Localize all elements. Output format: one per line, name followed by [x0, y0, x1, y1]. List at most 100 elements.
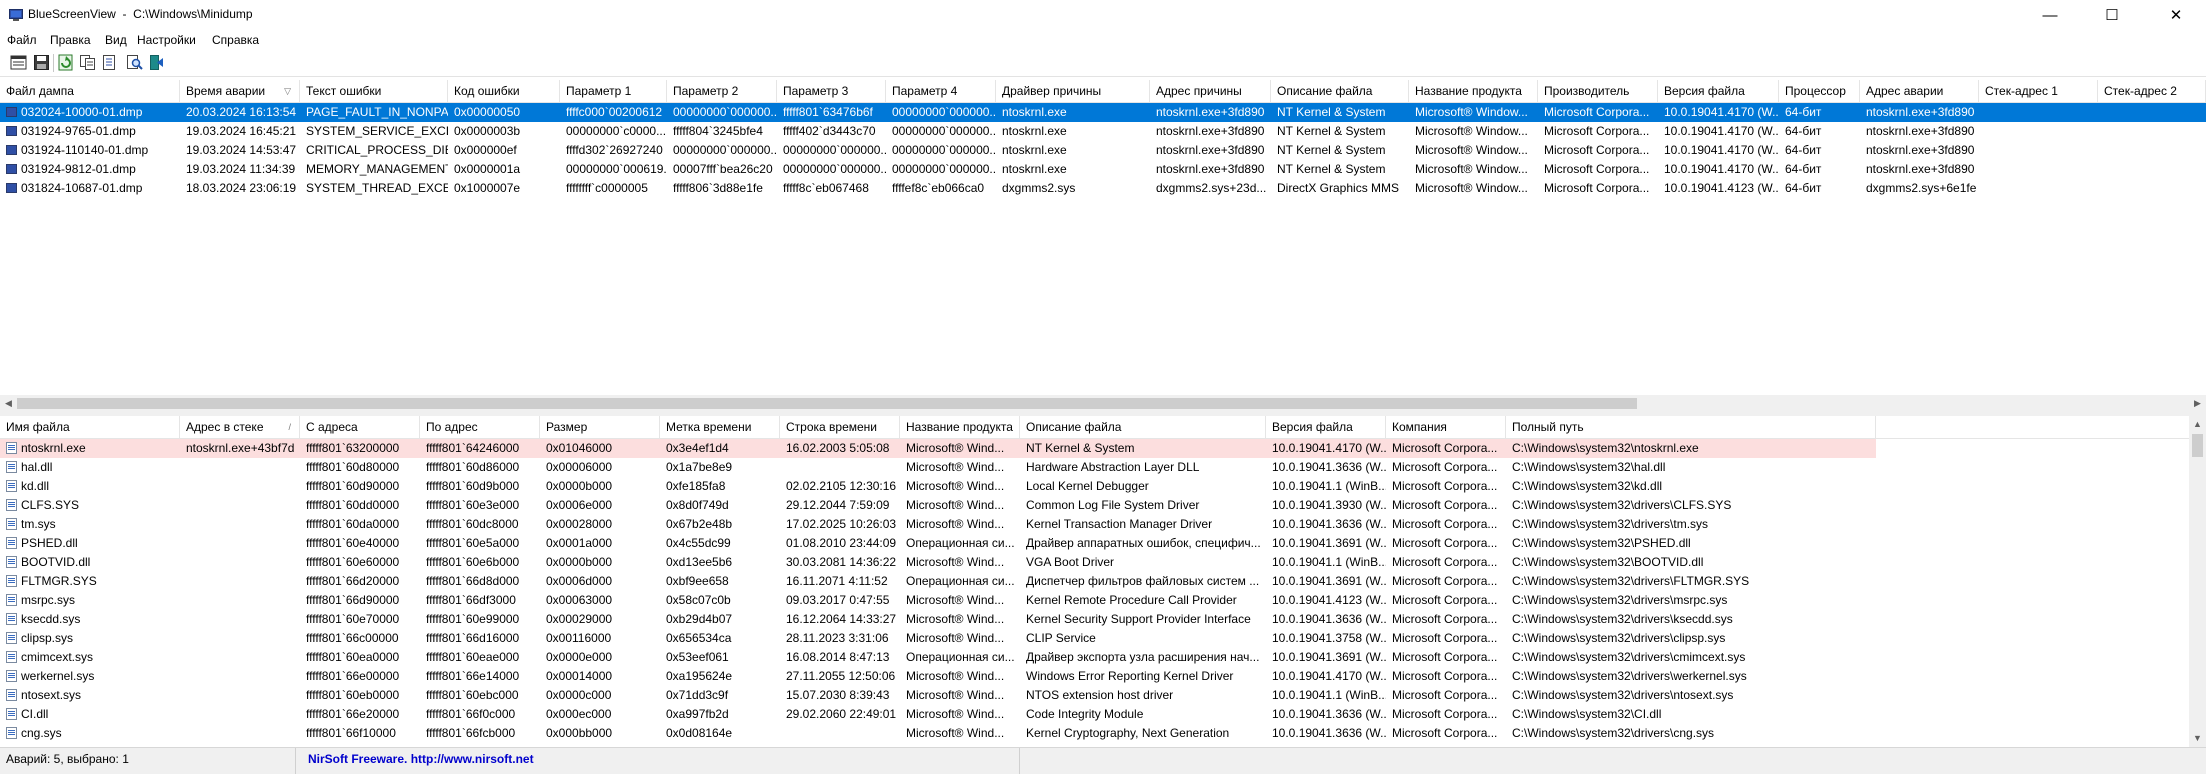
driver-cell: fffff801`66d8d000: [420, 572, 540, 591]
driver-row[interactable]: PSHED.dll fffff801`60e40000 fffff801`60e5a…: [0, 534, 2189, 553]
horizontal-scrollbar[interactable]: ◀ ▶: [0, 395, 2206, 412]
crash-row[interactable]: 031924-9812-01.dmp 19.03.2024 11:34:39 MEM…: [0, 160, 2206, 179]
driver-row[interactable]: hal.dll fffff801`60d80000 fffff801`60d8600…: [0, 458, 2189, 477]
driver-column-header[interactable]: Полный путь: [1506, 416, 1876, 438]
save-icon[interactable]: [33, 54, 50, 71]
vertical-scrollbar[interactable]: ▲ ▼: [2189, 416, 2206, 747]
cell-text: Microsoft Corpora...: [1392, 612, 1498, 626]
driver-cell: Microsoft Corpora...: [1386, 515, 1506, 534]
driver-cell: 16.11.2071 4:11:52: [780, 572, 900, 591]
driver-row[interactable]: cng.sys fffff801`66f10000 fffff801`66fcb00…: [0, 724, 2189, 743]
cell-text: C:\Windows\system32\CI.dll: [1512, 707, 1662, 721]
driver-column-header[interactable]: Версия файла: [1266, 416, 1386, 438]
driver-cell: C:\Windows\system32\kd.dll: [1506, 477, 1876, 496]
refresh-icon[interactable]: [57, 54, 74, 71]
cell-text: fffff8c`eb067468: [783, 181, 869, 195]
scroll-up-arrow-icon[interactable]: ▲: [2189, 416, 2206, 433]
driver-cell: Microsoft® Wind...: [900, 629, 1020, 648]
driver-row[interactable]: tm.sys fffff801`60da0000 fffff801`60dc8000…: [0, 515, 2189, 534]
crash-column-header[interactable]: Время аварии ▽: [180, 80, 300, 102]
driver-row[interactable]: msrpc.sys fffff801`66d90000 fffff801`66df3…: [0, 591, 2189, 610]
menu-file[interactable]: Файл: [7, 33, 37, 47]
driver-cell: C:\Windows\system32\ntoskrnl.exe: [1506, 439, 1876, 458]
maximize-button[interactable]: ☐: [2084, 0, 2140, 30]
crash-column-header[interactable]: Стек-адрес 1: [1979, 80, 2098, 102]
driver-row[interactable]: CI.dll fffff801`66e20000 fffff801`66f0c000…: [0, 705, 2189, 724]
driver-row[interactable]: BOOTVID.dll fffff801`60e60000 fffff801`60e…: [0, 553, 2189, 572]
driver-column-header[interactable]: Строка времени: [780, 416, 900, 438]
menu-view[interactable]: Вид: [105, 33, 127, 47]
crash-column-header[interactable]: Параметр 4: [886, 80, 996, 102]
scroll-right-arrow-icon[interactable]: ▶: [2189, 395, 2206, 412]
cell-text: 10.0.19041.3636 (W...: [1272, 707, 1386, 721]
crash-column-header[interactable]: Версия файла: [1658, 80, 1779, 102]
driver-list[interactable]: Имя файла Адрес в стеке / С адреса По адрес Р…: [0, 416, 2189, 747]
exit-icon[interactable]: [148, 54, 165, 71]
crash-row[interactable]: 031924-9765-01.dmp 19.03.2024 16:45:21 SYS…: [0, 122, 2206, 141]
crash-row[interactable]: 031924-110140-01.dmp 19.03.2024 14:53:47 C…: [0, 141, 2206, 160]
scroll-down-arrow-icon[interactable]: ▼: [2189, 730, 2206, 747]
driver-cell: Microsoft® Wind...: [900, 705, 1020, 724]
scrollbar-thumb[interactable]: [17, 398, 1637, 409]
scrollbar-thumb[interactable]: [2192, 434, 2203, 457]
crash-cell: 10.0.19041.4170 (W...: [1658, 103, 1779, 122]
driver-row[interactable]: cmimcext.sys fffff801`60ea0000 fffff801`60…: [0, 648, 2189, 667]
crash-column-header[interactable]: Описание файла: [1271, 80, 1409, 102]
crash-column-header[interactable]: Файл дампа: [0, 80, 180, 102]
cell-text: 10.0.19041.3636 (W...: [1272, 612, 1386, 626]
driver-column-header[interactable]: Адрес в стеке /: [180, 416, 300, 438]
crash-column-header[interactable]: Производитель: [1538, 80, 1658, 102]
crash-row[interactable]: 032024-10000-01.dmp 20.03.2024 16:13:54 PA…: [0, 103, 2206, 122]
driver-column-header[interactable]: Имя файла: [0, 416, 180, 438]
crash-column-header[interactable]: Параметр 3: [777, 80, 886, 102]
scroll-left-arrow-icon[interactable]: ◀: [0, 395, 17, 412]
nirsoft-link[interactable]: NirSoft Freeware. http://www.nirsoft.net: [308, 748, 1020, 774]
driver-column-header[interactable]: Метка времени: [660, 416, 780, 438]
crash-column-header[interactable]: Параметр 1: [560, 80, 667, 102]
crash-column-header[interactable]: Адрес аварии: [1860, 80, 1979, 102]
driver-column-header[interactable]: Название продукта: [900, 416, 1020, 438]
driver-column-header[interactable]: Размер: [540, 416, 660, 438]
crash-column-header[interactable]: Стек-адрес 2: [2098, 80, 2206, 102]
crash-column-header[interactable]: Название продукта: [1409, 80, 1538, 102]
crash-column-header[interactable]: Адрес причины: [1150, 80, 1271, 102]
minimize-button[interactable]: —: [2022, 0, 2078, 30]
driver-column-header[interactable]: С адреса: [300, 416, 420, 438]
close-button[interactable]: ✕: [2148, 0, 2204, 30]
driver-row[interactable]: ntosext.sys fffff801`60eb0000 fffff801`60e…: [0, 686, 2189, 705]
cell-text: Драйвер аппаратных ошибок, специфич...: [1026, 536, 1261, 550]
crash-column-header[interactable]: Драйвер причины: [996, 80, 1150, 102]
crash-column-header[interactable]: Текст ошибки: [300, 80, 448, 102]
cell-text: ntoskrnl.exe: [1002, 162, 1067, 176]
html-report-icon[interactable]: [101, 54, 118, 71]
driver-column-header[interactable]: Компания: [1386, 416, 1506, 438]
properties-icon[interactable]: [10, 54, 27, 71]
cell-text: fffff801`60e60000: [306, 555, 400, 569]
driver-row[interactable]: kd.dll fffff801`60d90000 fffff801`60d9b000…: [0, 477, 2189, 496]
driver-row[interactable]: ksecdd.sys fffff801`60e70000 fffff801`60e9…: [0, 610, 2189, 629]
crash-row[interactable]: 031824-10687-01.dmp 18.03.2024 23:06:19 SY…: [0, 179, 2206, 198]
driver-row[interactable]: werkernel.sys fffff801`66e00000 fffff801`6…: [0, 667, 2189, 686]
menu-help[interactable]: Справка: [212, 33, 259, 47]
driver-column-header[interactable]: По адрес: [420, 416, 540, 438]
driver-row[interactable]: ntoskrnl.exe ntoskrnl.exe+43bf7d fffff801`…: [0, 439, 1876, 458]
crash-cell: ntoskrnl.exe+3fd890: [1860, 141, 1979, 160]
driver-cell: fffff801`60d90000: [300, 477, 420, 496]
crash-column-header[interactable]: Код ошибки: [448, 80, 560, 102]
driver-cell: C:\Windows\system32\drivers\cmimcext.sys: [1506, 648, 1876, 667]
driver-row[interactable]: FLTMGR.SYS fffff801`66d20000 fffff801`66d8…: [0, 572, 2189, 591]
cell-text: fffff801`66fcb000: [426, 726, 516, 740]
crash-column-header[interactable]: Процессор: [1779, 80, 1860, 102]
driver-row[interactable]: clipsp.sys fffff801`66c00000 fffff801`66d1…: [0, 629, 2189, 648]
crash-list[interactable]: Файл дампа Время аварии ▽ Текст ошибки Код о…: [0, 80, 2206, 395]
menu-edit[interactable]: Правка: [50, 33, 91, 47]
cell-text: 09.03.2017 0:47:55: [786, 593, 890, 607]
copy-icon[interactable]: [79, 54, 96, 71]
driver-column-header[interactable]: Описание файла: [1020, 416, 1266, 438]
find-icon[interactable]: [126, 54, 143, 71]
driver-cell: C:\Windows\system32\drivers\cng.sys: [1506, 724, 1876, 743]
crash-cell: 64-бит: [1779, 122, 1860, 141]
crash-column-header[interactable]: Параметр 2: [667, 80, 777, 102]
driver-row[interactable]: CLFS.SYS fffff801`60dd0000 fffff801`60e3e0…: [0, 496, 2189, 515]
menu-settings[interactable]: Настройки: [137, 33, 196, 47]
